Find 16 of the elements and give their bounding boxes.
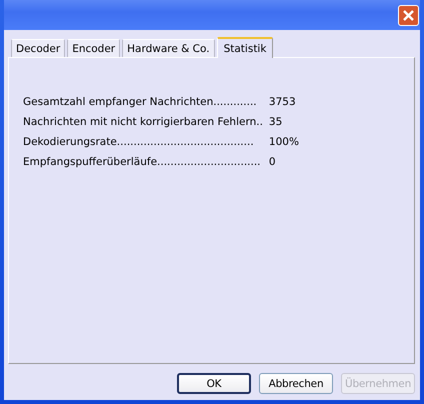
tab[interactable]: Decoder [11,39,66,57]
stat-label: Dekodierungsrate......................................... [23,136,255,148]
tab[interactable]: Encoder [67,39,120,57]
stat-label: Empfangspufferüberläufe............................... [23,156,262,168]
stat-label: Nachrichten mit nicht korrigierbaren Fehlern.. [23,116,263,128]
stat-value: 100% [268,136,299,148]
dialog-button[interactable]: Abbrechen [259,373,333,394]
dialog-button[interactable]: OK [177,373,251,394]
close-icon [402,8,415,22]
close-button[interactable] [398,4,419,26]
stat-value: 35 [268,116,284,128]
tab[interactable]: Hardware & Co. [122,39,215,57]
stat-value: 0 [268,156,277,168]
stat-label: Gesamtzahl empfanger Nachrichten............. [23,96,258,108]
tab[interactable]: Statistik [216,37,274,58]
stat-value: 3753 [268,96,297,108]
